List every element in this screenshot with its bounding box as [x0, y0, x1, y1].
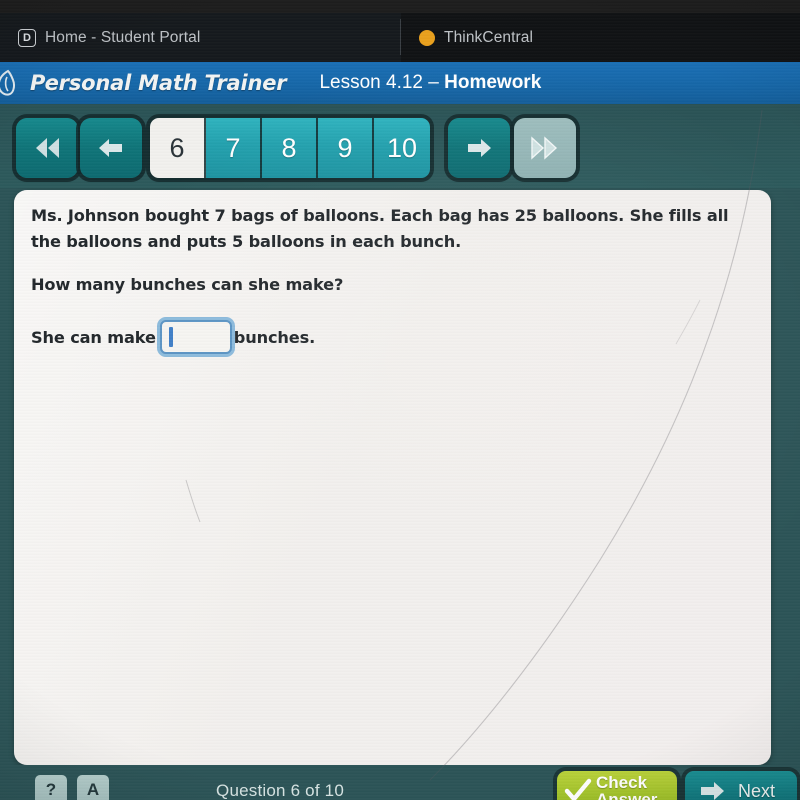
previous-page-button[interactable]	[80, 118, 142, 178]
checkmark-icon	[564, 778, 592, 800]
answer-prefix-text: She can make	[31, 327, 156, 347]
last-page-button[interactable]	[514, 118, 576, 178]
question-panel: Ms. Johnson bought 7 bags of balloons. E…	[14, 190, 771, 765]
personal-math-trainer-logo-icon	[0, 69, 15, 96]
browser-tab-strip: D Home - Student Portal ThinkCentral	[0, 0, 800, 62]
answer-suffix-text: bunches.	[233, 327, 316, 347]
page-number-strip: 6 7 8 9 10	[150, 118, 430, 178]
check-answer-button[interactable]: Check Answer	[557, 771, 677, 800]
double-chevron-right-icon	[531, 136, 558, 160]
question-prompt: How many bunches can she make?	[31, 275, 344, 294]
check-answer-label: Check Answer	[596, 772, 658, 800]
footer-toolbar: ? A Question 6 of 10 Check Answer Next	[0, 765, 800, 800]
orange-circle-icon	[419, 29, 435, 46]
browser-tab-title: Home - Student Portal	[45, 28, 201, 46]
question-counter: Question 6 of 10	[216, 781, 344, 800]
lesson-prefix: Lesson 4.12	[319, 72, 429, 93]
text-cursor	[168, 327, 173, 347]
browser-tab-thinkcentral[interactable]: ThinkCentral	[401, 13, 800, 62]
page-button-8[interactable]: 8	[262, 118, 318, 178]
next-question-button[interactable]: Next	[685, 771, 797, 800]
lesson-type: Homework	[444, 72, 542, 93]
next-page-button[interactable]	[448, 118, 510, 178]
pagination-toolbar: 6 7 8 9 10	[0, 104, 800, 188]
check-answer-line1: Check	[596, 772, 648, 792]
tab-divider	[400, 19, 401, 55]
check-answer-line2: Answer	[596, 790, 658, 800]
page-button-9[interactable]: 9	[318, 118, 374, 178]
next-question-label: Next	[738, 780, 776, 800]
page-button-10[interactable]: 10	[374, 118, 430, 178]
browser-tab-home-student-portal[interactable]: D Home - Student Portal	[0, 13, 401, 62]
app-header: Personal Math Trainer Lesson 4.12 – Home…	[0, 62, 800, 104]
lesson-dash: –	[428, 72, 445, 93]
answer-input[interactable]	[159, 320, 232, 354]
page-button-7[interactable]: 7	[206, 118, 262, 178]
double-chevron-left-icon	[36, 138, 59, 158]
lesson-title: Lesson 4.12 – Homework	[319, 72, 541, 94]
answer-sentence: She can make bunches.	[31, 320, 315, 354]
page-button-6[interactable]: 6	[150, 118, 206, 178]
first-page-button[interactable]	[16, 118, 78, 178]
product-title: Personal Math Trainer	[30, 71, 287, 95]
arrow-right-icon	[468, 139, 491, 157]
browser-tab-title: ThinkCentral	[444, 28, 534, 46]
question-stem: Ms. Johnson bought 7 bags of balloons. E…	[31, 206, 729, 252]
document-d-icon: D	[18, 28, 36, 47]
arrow-right-icon	[701, 782, 724, 800]
screen-photo: D Home - Student Portal ThinkCentral Per…	[0, 0, 800, 800]
arrow-left-icon	[99, 139, 122, 157]
